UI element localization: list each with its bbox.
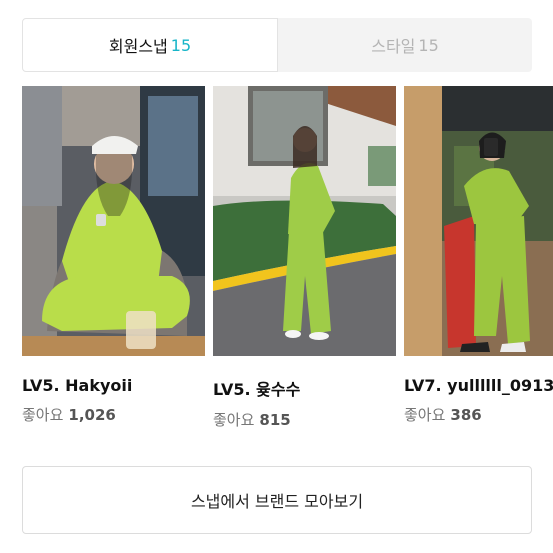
snap-card[interactable]: LV5. 윶수수 좋아요 815 xyxy=(213,86,396,430)
view-brands-in-snap-button[interactable]: 스냅에서 브랜드 모아보기 xyxy=(22,466,532,534)
card-likes: 좋아요 1,026 xyxy=(22,404,205,425)
tab-member-snap-count: 15 xyxy=(170,35,192,55)
tab-member-snap-label: 회원스냅 xyxy=(108,37,168,56)
snap-photo[interactable] xyxy=(213,86,396,356)
snap-card[interactable]: LV5. Hakyoii 좋아요 1,026 xyxy=(22,86,205,425)
tab-style-count: 15 xyxy=(418,35,439,55)
snap-card[interactable]: LV7. yullllll_0913 좋아요 386 xyxy=(404,86,553,425)
likes-count: 386 xyxy=(450,406,482,424)
card-level-username: LV7. yullllll_0913 xyxy=(404,376,553,395)
card-likes: 좋아요 386 xyxy=(404,404,553,425)
tab-style-label: 스타일 xyxy=(371,37,416,56)
likes-label: 좋아요 xyxy=(22,406,64,424)
snap-photo[interactable] xyxy=(404,86,553,356)
tab-style[interactable]: 스타일 15 xyxy=(278,18,532,72)
snap-tabs: 회원스냅 15 스타일 15 xyxy=(22,18,532,72)
card-level-username: LV5. Hakyoii xyxy=(22,376,133,395)
likes-label: 좋아요 xyxy=(404,406,446,424)
likes-count: 815 xyxy=(259,411,291,429)
likes-count: 1,026 xyxy=(68,406,116,424)
tab-member-snap[interactable]: 회원스냅 15 xyxy=(22,18,278,72)
card-likes: 좋아요 815 xyxy=(213,409,396,430)
snap-photo[interactable] xyxy=(22,86,205,356)
card-level-username: LV5. 윶수수 xyxy=(213,380,301,399)
likes-label: 좋아요 xyxy=(213,411,255,429)
snap-card-list: LV5. Hakyoii 좋아요 1,026 LV5. 윶수수 좋아요 815 … xyxy=(22,86,553,446)
